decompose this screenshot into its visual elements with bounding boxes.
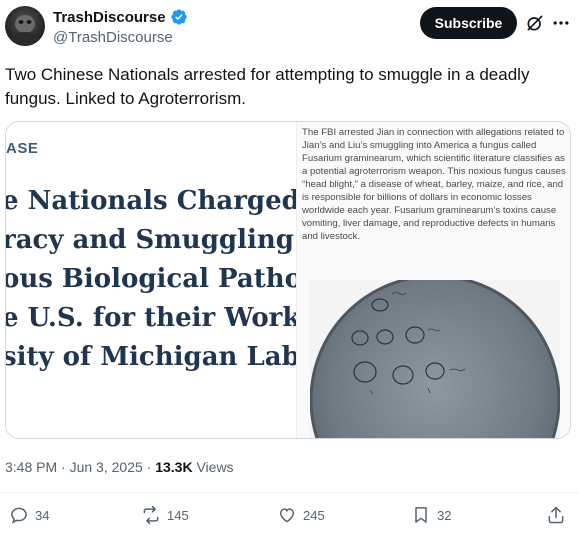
display-name[interactable]: TrashDiscourse — [53, 9, 166, 26]
petri-dish-photo — [310, 280, 560, 438]
release-tag: ASE — [6, 140, 39, 157]
reply-icon — [11, 507, 27, 524]
tweet-text: Two Chinese Nationals arrested for attem… — [5, 65, 530, 108]
share-icon — [548, 506, 564, 524]
headline-line: e U.S. for their Work a — [6, 303, 296, 333]
avatar[interactable] — [5, 6, 45, 46]
share-button[interactable] — [546, 505, 566, 525]
grok-icon[interactable] — [525, 13, 545, 33]
heart-icon — [279, 508, 295, 523]
press-release-headline: e Nationals Charged v racy and Smuggling… — [6, 182, 296, 377]
article-excerpt-text: The FBI arrested Jian in connection with… — [302, 127, 566, 242]
action-bar: 34 145 245 32 — [0, 505, 579, 531]
tweet-date[interactable]: Jun 3, 2025 — [70, 459, 143, 475]
headline-line: sity of Michigan Labo — [6, 342, 296, 372]
repost-count: 145 — [167, 507, 189, 523]
name-row: TrashDiscourse — [53, 8, 188, 26]
divider — [0, 492, 579, 493]
reply-button[interactable]: 34 — [9, 505, 49, 525]
user-handle[interactable]: @TrashDiscourse — [53, 29, 173, 46]
bookmark-icon — [415, 507, 427, 523]
more-icon[interactable] — [551, 13, 571, 33]
repost-button[interactable]: 145 — [141, 505, 189, 525]
like-button[interactable]: 245 — [277, 505, 325, 525]
verified-badge-icon — [170, 9, 187, 25]
meta-separator: · — [61, 459, 66, 475]
article-excerpt-panel: The FBI arrested Jian in connection with… — [296, 122, 570, 438]
repost-icon — [143, 505, 159, 525]
views-count: 13.3K — [155, 459, 193, 475]
subscribe-button[interactable]: Subscribe — [420, 7, 517, 39]
headline-line: ous Biological Pathoç — [6, 264, 296, 294]
meta-separator: · — [146, 459, 152, 475]
bookmark-count: 32 — [437, 507, 452, 523]
views-label: Views — [196, 459, 234, 475]
headline-line: e Nationals Charged v — [6, 186, 296, 216]
reply-count: 34 — [35, 507, 50, 523]
headline-line: racy and Smuggling a — [6, 225, 296, 255]
tweet-meta: 3:48 PM · Jun 3, 2025 · 13.3K Views — [5, 459, 234, 475]
press-release-screenshot: ASE e Nationals Charged v racy and Smugg… — [6, 122, 296, 438]
like-count: 245 — [303, 507, 325, 523]
tweet-header: TrashDiscourse @TrashDiscourse Subscribe — [0, 0, 579, 56]
tweet-media[interactable]: ASE e Nationals Charged v racy and Smugg… — [5, 121, 571, 439]
tweet-time[interactable]: 3:48 PM — [5, 459, 57, 475]
bookmark-button[interactable]: 32 — [411, 505, 451, 525]
